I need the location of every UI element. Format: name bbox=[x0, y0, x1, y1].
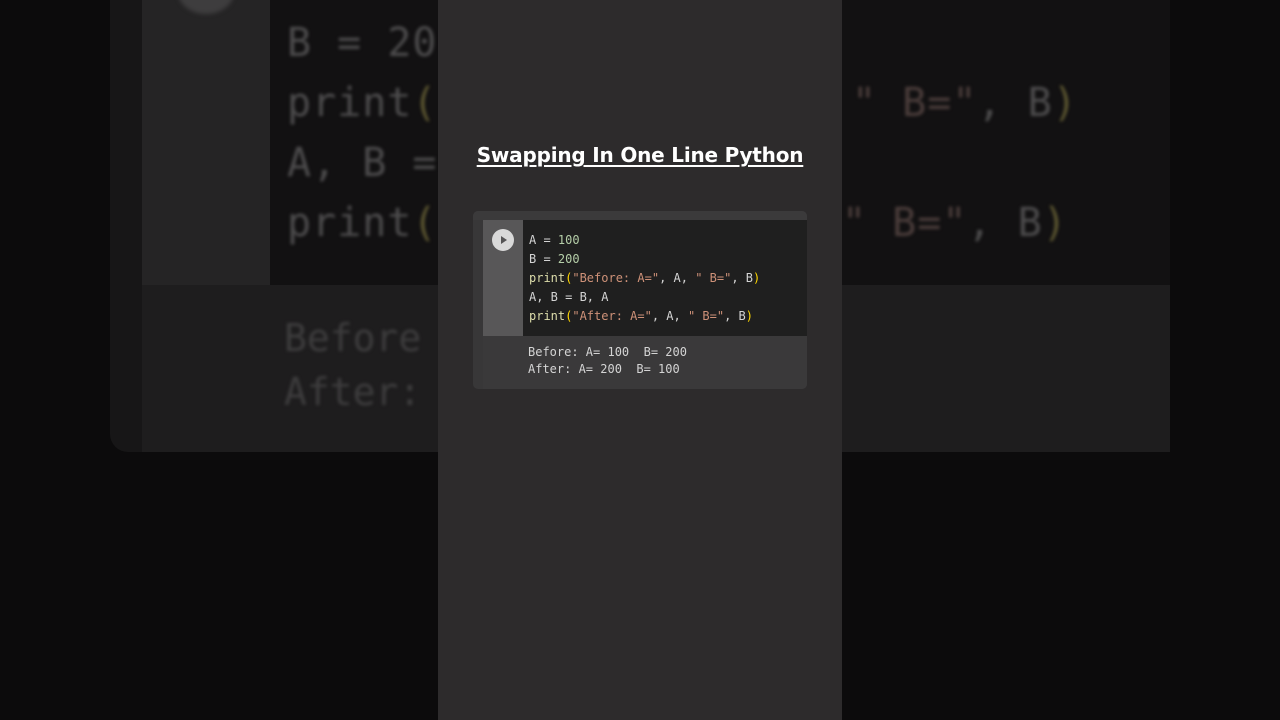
code-line: A, B = B, A bbox=[529, 290, 608, 304]
code-editor[interactable]: A = 100 B = 200 print("Before: A=", A, "… bbox=[523, 220, 807, 336]
code-function: print bbox=[529, 309, 566, 323]
backdrop-text: " B=" bbox=[842, 200, 968, 246]
code-paren: ) bbox=[753, 271, 761, 285]
video-frame: Swapping In One Line Python A = 100 B = … bbox=[438, 0, 842, 720]
code-line: print("Before: A=", A, " B=", B) bbox=[529, 271, 760, 285]
backdrop-text: ( bbox=[412, 80, 438, 126]
backdrop-output-line: After: bbox=[284, 370, 422, 414]
run-cell-button[interactable] bbox=[492, 229, 514, 251]
code-string: " B=" bbox=[695, 271, 732, 285]
code-number: 100 bbox=[557, 233, 580, 247]
notebook-cell: A = 100 B = 200 print("Before: A=", A, "… bbox=[473, 211, 807, 389]
backdrop-text: ( bbox=[412, 200, 438, 246]
code-line: A = 100 bbox=[529, 233, 580, 247]
code-token: , B bbox=[731, 271, 753, 285]
backdrop-text: print bbox=[287, 200, 413, 246]
code-token: , B bbox=[724, 309, 746, 323]
output-line: After: A= 200 B= 100 bbox=[528, 362, 680, 376]
backdrop-text: ) bbox=[1052, 80, 1078, 126]
backdrop-code-line: " B=", B) bbox=[842, 200, 1068, 246]
code-line: print("After: A=", A, " B=", B) bbox=[529, 309, 753, 323]
backdrop-code-line: B = 20 bbox=[287, 20, 438, 66]
output-line: Before: A= 100 B= 200 bbox=[528, 345, 687, 359]
backdrop-text: , B bbox=[967, 200, 1043, 246]
backdrop-text: B = 20 bbox=[287, 20, 438, 66]
backdrop-code-line: " B=", B) bbox=[852, 80, 1078, 126]
backdrop-text: , B bbox=[977, 80, 1053, 126]
code-string: " B=" bbox=[687, 309, 725, 323]
code-string: "After: A=" bbox=[572, 309, 652, 323]
backdrop-code-line: print( bbox=[287, 200, 438, 246]
code-token: B = bbox=[529, 252, 558, 266]
video-title: Swapping In One Line Python bbox=[476, 143, 804, 167]
code-string: "Before: A=" bbox=[572, 271, 660, 285]
cell-output: Before: A= 100 B= 200 After: A= 200 B= 1… bbox=[483, 336, 807, 389]
backdrop-text: print bbox=[287, 80, 413, 126]
backdrop-text: A, B = bbox=[287, 140, 438, 186]
backdrop-output-line: Before bbox=[284, 316, 422, 360]
backdrop-text: ) bbox=[1042, 200, 1068, 246]
backdrop-code-line: A, B = bbox=[287, 140, 438, 186]
code-paren: ) bbox=[745, 309, 754, 323]
cell-toolbar-strip bbox=[473, 211, 807, 220]
play-icon bbox=[501, 236, 507, 244]
code-token: A = bbox=[529, 233, 558, 247]
code-token: , A, bbox=[659, 271, 696, 285]
code-function: print bbox=[529, 271, 566, 285]
code-line: B = 200 bbox=[529, 252, 580, 266]
code-number: 200 bbox=[557, 252, 580, 266]
code-token: A, B = B, A bbox=[529, 290, 609, 304]
code-token: , A, bbox=[651, 309, 688, 323]
backdrop-text: " B=" bbox=[852, 80, 978, 126]
backdrop-code-line: print( bbox=[287, 80, 438, 126]
backdrop-gutter bbox=[142, 0, 270, 285]
cell-gutter bbox=[483, 220, 523, 336]
video-stage: B = 20 print( " B=", B) A, B = print( " … bbox=[0, 0, 1280, 720]
